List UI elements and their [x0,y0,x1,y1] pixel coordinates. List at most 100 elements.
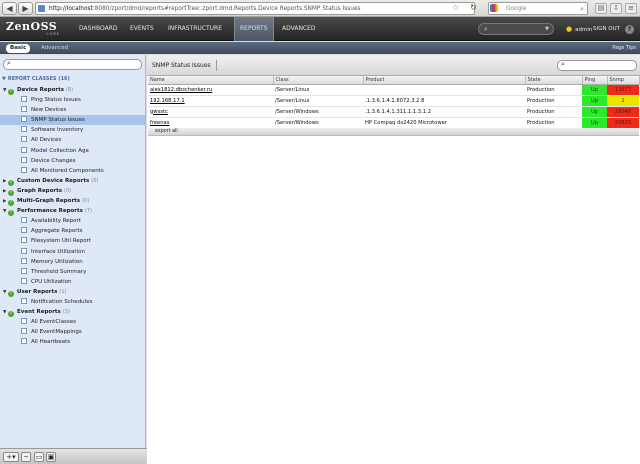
tree-item[interactable]: All EventClasses [0,317,145,327]
tree-folder[interactable]: ▼ ✓ User Reports (1) [0,287,145,297]
report-page-icon [21,116,27,123]
col-product[interactable]: Product [363,76,526,85]
tree-item[interactable]: Filesystem Util Report [0,236,145,246]
browser-search-input[interactable]: Google ⌕ [488,2,588,15]
report-page-icon [21,257,27,264]
nav-events[interactable]: EVENTS [125,17,159,41]
tree-item-label: Aggregate Reports [31,228,83,235]
tree-filter-input[interactable]: ⌕ [3,59,142,70]
table-row[interactable]: alex1812.dbschenker.ru/Server/Linux Produ… [148,84,639,96]
chevron-down-icon[interactable]: ▼ [545,24,549,35]
reload-icon[interactable]: ↻ [467,2,480,15]
tree-item[interactable]: Memory Utilization [0,257,145,267]
table-row[interactable]: freenas/Server/Windows HP Compaq dx2420 M… [148,117,639,129]
export-all-link[interactable]: export all [148,128,639,136]
report-filter-input[interactable]: ⌕ [557,60,637,71]
sign-out-link[interactable]: SIGN OUT [593,17,620,41]
tree-folder[interactable]: ▼ ✓ Device Reports (8) [0,85,145,95]
tree-item[interactable]: Notification Schedules [0,297,145,307]
device-state: Production [525,106,582,118]
tree-item[interactable]: Aggregate Reports [0,226,145,236]
nav-infrastructure[interactable]: INFRASTRUCTURE [163,17,227,41]
folder-count: (3) [62,309,70,316]
col-snmp[interactable]: Snmp [607,76,640,85]
table-row[interactable]: gwsstc/Server/Windows .1.3.6.1.4.1.311.1.… [148,106,639,118]
menu-icon[interactable]: ≡ [625,3,637,14]
page-tips-link[interactable]: Page Tips [612,42,636,54]
report-tree-panel: ⌕ ▼ REPORT CLASSES (16) ▼ ✓ Device Reports(… [0,55,146,448]
delete-button[interactable]: − [21,452,31,462]
tree-root[interactable]: ▼ REPORT CLASSES (16) [2,76,70,82]
tree-item[interactable]: All Devices [0,135,145,145]
snmp-status: 29940 [607,106,639,118]
forward-button[interactable]: ▶ [18,2,33,15]
tree-folder[interactable]: ▼ ✓ Event Reports (3) [0,307,145,318]
bookmarks-icon[interactable]: ▤ [595,3,607,14]
folder-count: (1) [59,288,67,295]
col-ping[interactable]: Ping [582,76,608,85]
user-menu[interactable]: ● admin [566,17,592,42]
tree-item-label: Ping Status Issues [31,97,81,104]
table-row[interactable]: 192.168.17.1/Server/Linux .1.3.6.1.4.1.80… [148,95,639,107]
nav-dashboard[interactable]: DASHBOARD [74,17,122,41]
device-name-link[interactable]: freenas [148,117,273,129]
tree-item[interactable]: All Monitored Components [0,166,145,176]
tree-item[interactable]: New Devices [0,105,145,115]
downloads-icon[interactable]: ⇩ [610,3,622,14]
back-button[interactable]: ◀ [2,2,17,15]
tree-item[interactable]: Ping Status Issues [0,95,145,105]
header-divider [216,60,217,71]
tree-item[interactable]: All EventMappings [0,327,145,337]
ping-status: Up [582,117,607,129]
url-bar[interactable]: http://localhost:8080/zport/dmd/reports#… [35,2,475,15]
search-icon[interactable]: ⌕ [580,3,584,15]
expand-icon[interactable]: ▼ [2,76,6,82]
tree-item[interactable]: Threshold Summary [0,267,145,277]
bookmark-star-icon[interactable]: ☆ [452,3,459,12]
root-label: REPORT CLASSES [7,76,57,82]
report-panel: SNMP Status Issues ⌕ Name Class Product … [147,55,640,464]
nav-reports[interactable]: REPORTS [234,17,274,41]
global-search-input[interactable]: ⌕ ▼ [478,23,554,35]
tree-folder[interactable]: ▼ ✓ Performance Reports (7) [0,206,145,217]
report-page-icon [21,227,27,234]
device-name-link[interactable]: alex1812.dbschenker.ru [148,84,273,96]
tree-item[interactable]: Availability Report [0,216,145,226]
tree-item-label: Model Collection Age [31,147,89,154]
tree-item[interactable]: CPU Utilization [0,277,145,287]
col-name[interactable]: Name [148,76,274,85]
report-page-icon [21,217,27,224]
report-page-icon [21,297,27,304]
tree-item[interactable]: Interface Utilization [0,247,145,257]
device-class: /Server/Linux [273,95,363,107]
tree-item[interactable]: All Heartbeats [0,337,145,347]
tab-advanced[interactable]: Advanced [37,44,72,53]
status-check-icon: ✓ [8,89,14,95]
tree-folder[interactable]: ▶ ✓ Custom Device Reports (0) [0,176,145,186]
tree-folder[interactable]: ▶ ✓ Multi-Graph Reports (0) [0,196,145,207]
tree-item[interactable]: Model Collection Age [0,146,145,156]
copy-icon[interactable]: ▭ [34,452,44,462]
device-name-link[interactable]: 192.168.17.1 [148,95,273,107]
tree-item[interactable]: Device Changes [0,156,145,166]
add-button[interactable]: +▾ [3,452,19,462]
ping-status: Up [582,106,607,118]
tree-item-label: New Devices [31,107,67,114]
device-product: .1.3.6.1.4.1.311.1.1.3.1.2 [363,106,525,118]
tree-item-label: Interface Utilization [31,248,85,255]
tree-item[interactable]: Software Inventory [0,125,145,135]
tree-folder[interactable]: ▶ ✓ Graph Reports (0) [0,186,145,196]
help-icon[interactable]: ? [625,25,634,34]
tree-item[interactable]: SNMP Status Issues [0,115,145,126]
paste-icon[interactable]: ▣ [46,452,56,462]
tab-basic[interactable]: Basic [6,44,31,53]
google-icon [490,4,498,12]
report-page-icon [21,146,27,153]
col-state[interactable]: State [525,76,583,85]
device-name-link[interactable]: gwsstc [148,106,273,118]
url-path: :8080/zport/dmd/reports#reportTree:.zpor… [92,6,361,12]
tree-item-label: Notification Schedules [31,298,93,305]
col-class[interactable]: Class [273,76,364,85]
nav-advanced[interactable]: ADVANCED [277,17,321,41]
tree-item-label: Filesystem Util Report [31,238,92,245]
